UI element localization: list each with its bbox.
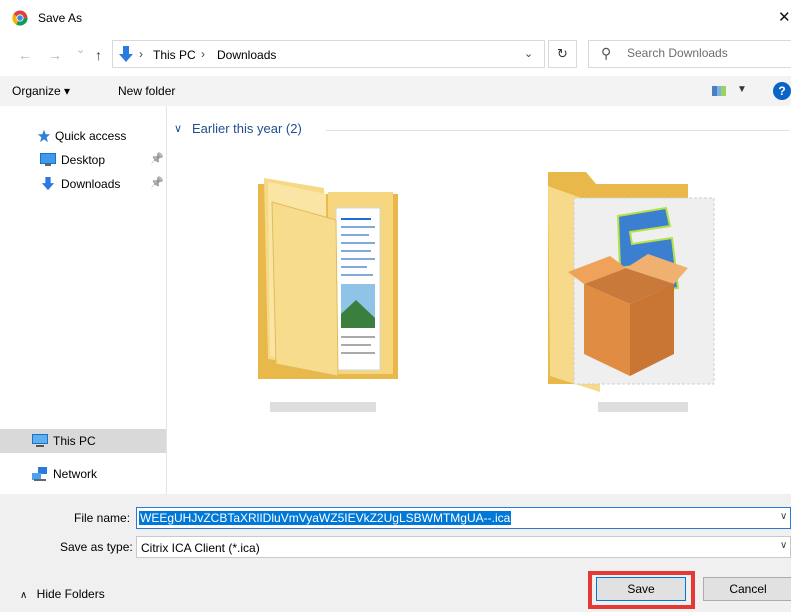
file-item[interactable]: [538, 164, 728, 414]
breadcrumb-this-pc[interactable]: This PC: [153, 48, 196, 62]
folder-with-installer-package-icon: [548, 172, 715, 412]
network-icon: [32, 467, 47, 481]
chrome-icon: [12, 10, 28, 26]
breadcrumb-separator: ›: [201, 47, 205, 61]
pin-icon[interactable]: 📌: [150, 176, 164, 189]
save-options-panel: File name: WEEgUHJvZCBTaXRlIDluVmVyaWZ5I…: [0, 494, 791, 612]
file-name-label: File name:: [74, 511, 131, 525]
command-bar: Organize ▾ New folder ▼ ?: [0, 76, 791, 106]
file-item[interactable]: [228, 164, 418, 414]
search-input[interactable]: [627, 46, 787, 60]
new-folder-button[interactable]: New folder: [118, 84, 175, 98]
save-as-type-value: Citrix ICA Client (*.ica): [141, 541, 260, 555]
download-arrow-icon: [119, 46, 133, 62]
monitor-icon: [32, 434, 48, 447]
chevron-down-icon[interactable]: ▼: [737, 84, 747, 95]
breadcrumb-downloads[interactable]: Downloads: [217, 48, 276, 62]
sidebar-item-label: Downloads: [61, 177, 121, 191]
save-as-type-select[interactable]: Citrix ICA Client (*.ica) ∨: [136, 536, 791, 558]
file-name-input[interactable]: WEEgUHJvZCBTaXRlIDluVmVyaWZ5IEVkZ2UgLSBW…: [136, 507, 791, 529]
hide-folders-button[interactable]: ∧ Hide Folders: [20, 587, 105, 601]
hide-folders-label: Hide Folders: [36, 587, 105, 601]
sidebar-item-label: Quick access: [55, 129, 127, 143]
sidebar-item-downloads[interactable]: Downloads 📌: [0, 172, 166, 196]
organize-button[interactable]: Organize ▾: [12, 84, 70, 98]
breadcrumb-separator: ›: [139, 47, 143, 61]
address-bar[interactable]: › This PC › Downloads ⌄: [112, 40, 545, 68]
save-button[interactable]: Save: [596, 577, 686, 601]
forward-icon[interactable]: →: [48, 47, 62, 63]
download-arrow-icon: [41, 177, 55, 191]
group-divider: [326, 130, 789, 131]
refresh-button[interactable]: ↻: [548, 40, 577, 68]
view-options-icon[interactable]: [712, 86, 726, 96]
sidebar-item-quick-access[interactable]: Quick access: [0, 124, 166, 148]
file-list: ∨ Earlier this year (2): [168, 106, 791, 494]
search-icon: ⚲: [601, 45, 612, 61]
sidebar-item-network[interactable]: Network: [0, 462, 166, 486]
search-box[interactable]: ⚲: [588, 40, 791, 68]
sidebar-item-label: This PC: [53, 434, 96, 448]
sidebar-item-label: Network: [53, 467, 98, 481]
cancel-button[interactable]: Cancel: [703, 577, 791, 601]
pin-icon[interactable]: 📌: [150, 152, 164, 165]
sidebar-item-label: Desktop: [61, 153, 106, 167]
group-header-label: Earlier this year (2): [192, 121, 302, 136]
address-row: ← → ⌄ ↑ › This PC › Downloads ⌄ ↻ ⚲: [0, 36, 791, 72]
desktop-icon: [40, 153, 56, 166]
chevron-down-icon: ∨: [174, 123, 183, 135]
up-icon[interactable]: ↑: [95, 47, 102, 63]
chevron-down-icon[interactable]: ∨: [780, 511, 787, 522]
window-title: Save As: [38, 11, 83, 25]
back-icon[interactable]: ←: [18, 47, 32, 63]
close-icon[interactable]: ✕: [778, 8, 791, 26]
sidebar-item-desktop[interactable]: Desktop 📌: [0, 148, 166, 172]
chevron-down-icon[interactable]: ⌄: [524, 47, 533, 60]
navigation-pane: Quick access Desktop 📌 Downloads 📌 This …: [0, 106, 167, 494]
star-icon: [37, 129, 51, 143]
sidebar-item-this-pc[interactable]: This PC: [0, 429, 166, 453]
chevron-up-icon: ∧: [20, 590, 28, 601]
help-icon[interactable]: ?: [773, 82, 791, 100]
recent-locations-icon[interactable]: ⌄: [76, 43, 85, 56]
title-bar: Save As ✕: [0, 0, 791, 36]
group-header[interactable]: ∨ Earlier this year (2): [174, 121, 789, 138]
folder-with-documents-icon: [258, 178, 398, 412]
save-as-type-label: Save as type:: [60, 540, 133, 554]
file-name-value[interactable]: WEEgUHJvZCBTaXRlIDluVmVyaWZ5IEVkZ2UgLSBW…: [139, 511, 512, 525]
chevron-down-icon[interactable]: ∨: [780, 540, 787, 551]
